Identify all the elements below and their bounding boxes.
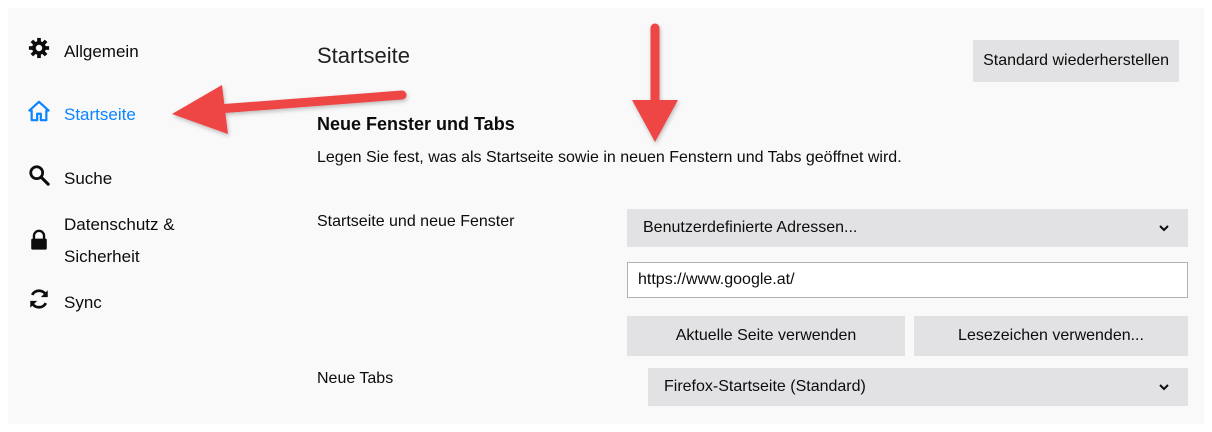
newtabs-label: Neue Tabs — [317, 370, 394, 387]
sidebar-item-label: Allgemein — [64, 42, 139, 61]
use-current-page-button[interactable]: Aktuelle Seite verwenden — [627, 316, 905, 356]
search-icon — [28, 164, 50, 186]
sidebar-item-label: Datenschutz & Sicherheit — [64, 215, 175, 266]
homepage-dropdown[interactable]: Benutzerdefinierte Adressen... — [627, 209, 1188, 247]
sidebar-item-label: Suche — [64, 169, 113, 188]
sidebar-item-search[interactable]: Suche — [28, 164, 112, 194]
newtabs-dropdown[interactable]: Firefox-Startseite (Standard) — [648, 368, 1188, 406]
section-description: Legen Sie fest, was als Startseite sowie… — [317, 149, 902, 166]
preferences-page: Allgemein Startseite Suche Datenschutz &… — [8, 8, 1204, 424]
gear-icon — [28, 37, 50, 59]
use-bookmark-button[interactable]: Lesezeichen verwenden... — [914, 316, 1188, 356]
newtabs-dropdown-value: Firefox-Startseite (Standard) — [664, 378, 866, 395]
home-icon — [28, 100, 50, 122]
homepage-url-input[interactable]: https://www.google.at/ — [627, 262, 1188, 298]
chevron-down-icon — [1158, 222, 1170, 234]
section-heading: Neue Fenster und Tabs — [317, 114, 515, 134]
sidebar-item-home[interactable]: Startseite — [28, 100, 136, 130]
sidebar-item-label: Sync — [64, 293, 102, 312]
homepage-label: Startseite und neue Fenster — [317, 213, 515, 230]
lock-icon — [28, 229, 50, 251]
sidebar-item-label: Startseite — [64, 105, 136, 124]
sidebar: Allgemein Startseite Suche Datenschutz &… — [8, 8, 288, 424]
sidebar-item-privacy[interactable]: Datenschutz & Sicherheit — [28, 209, 234, 273]
main-content: Startseite Standard wiederherstellen Neu… — [317, 8, 1204, 424]
sidebar-item-sync[interactable]: Sync — [28, 288, 102, 318]
homepage-dropdown-value: Benutzerdefinierte Adressen... — [643, 219, 858, 236]
sidebar-item-general[interactable]: Allgemein — [28, 37, 139, 67]
chevron-down-icon — [1158, 381, 1170, 393]
restore-defaults-button[interactable]: Standard wiederherstellen — [973, 40, 1179, 82]
page-title: Startseite — [317, 43, 410, 68]
sync-icon — [28, 288, 50, 310]
